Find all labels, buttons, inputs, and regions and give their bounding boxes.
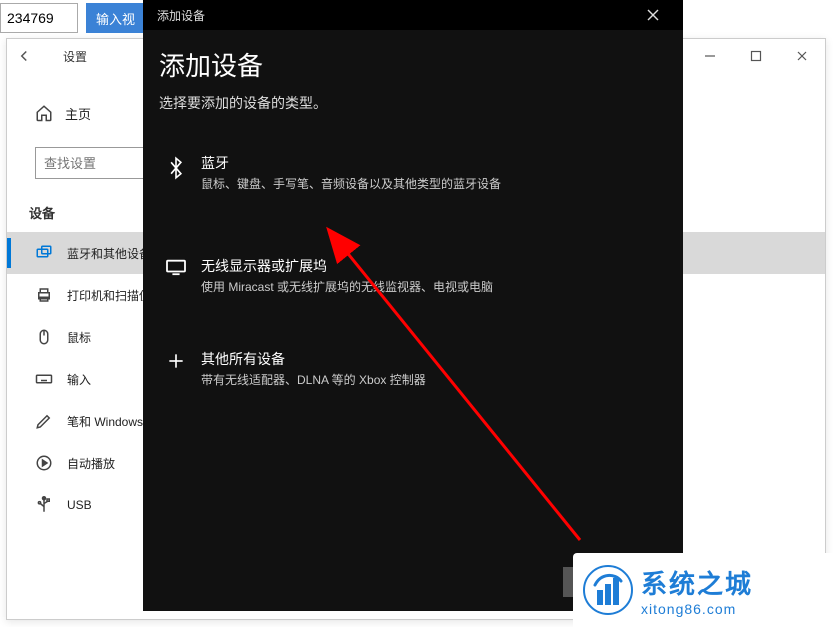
bluetooth-icon (159, 153, 193, 181)
dialog-titlebar-text: 添加设备 (157, 7, 205, 24)
nav-label: 自动播放 (59, 455, 115, 472)
nav-label: 输入 (59, 371, 91, 388)
home-icon (35, 104, 59, 122)
watermark-logo-icon (581, 563, 635, 617)
option-everything-else[interactable]: 其他所有设备 带有无线适配器、DLNA 等的 Xbox 控制器 (159, 337, 667, 400)
watermark-en: xitong86.com (641, 601, 753, 617)
maximize-button[interactable] (733, 39, 779, 73)
option-bluetooth[interactable]: 蓝牙 鼠标、键盘、手写笔、音频设备以及其他类型的蓝牙设备 (159, 141, 667, 204)
autoplay-icon (35, 454, 59, 472)
option-desc: 鼠标、键盘、手写笔、音频设备以及其他类型的蓝牙设备 (201, 175, 667, 192)
nav-label: 笔和 Windows (59, 413, 143, 430)
option-desc: 使用 Miracast 或无线扩展坞的无线监视器、电视或电脑 (201, 278, 667, 295)
pen-icon (35, 412, 59, 430)
option-title: 蓝牙 (201, 153, 667, 173)
top-code-input[interactable] (0, 3, 78, 33)
display-icon (159, 256, 193, 276)
watermark-cn: 系统之城 (641, 564, 753, 601)
window-close-button[interactable] (779, 39, 825, 73)
option-wireless-display[interactable]: 无线显示器或扩展坞 使用 Miracast 或无线扩展坞的无线监视器、电视或电脑 (159, 244, 667, 307)
settings-title: 设置 (59, 48, 87, 65)
add-device-dialog: 添加设备 添加设备 选择要添加的设备的类型。 蓝牙 鼠标、键盘、手写笔、音频设备… (143, 0, 683, 611)
dialog-subtitle: 选择要添加的设备的类型。 (159, 93, 667, 113)
dialog-options: 蓝牙 鼠标、键盘、手写笔、音频设备以及其他类型的蓝牙设备 无线显示器或扩展坞 使… (159, 141, 667, 400)
option-title: 无线显示器或扩展坞 (201, 256, 667, 276)
dialog-body: 添加设备 选择要添加的设备的类型。 蓝牙 鼠标、键盘、手写笔、音频设备以及其他类… (143, 30, 683, 611)
keyboard-icon (35, 370, 59, 388)
minimize-button[interactable] (687, 39, 733, 73)
dialog-titlebar: 添加设备 (143, 0, 683, 30)
dialog-close-button[interactable] (631, 0, 675, 30)
nav-label: 蓝牙和其他设备 (59, 245, 151, 262)
mouse-icon (35, 328, 59, 346)
plus-icon (159, 349, 193, 371)
bluetooth-devices-icon (35, 244, 59, 262)
nav-label: 鼠标 (59, 329, 91, 346)
dialog-heading: 添加设备 (159, 46, 667, 83)
printer-icon (35, 286, 59, 304)
top-submit-button[interactable]: 输入视 (86, 3, 145, 33)
window-controls (687, 39, 825, 73)
nav-label: USB (59, 498, 92, 512)
back-button[interactable] (15, 47, 59, 65)
watermark: 系统之城 xitong86.com (573, 553, 833, 627)
usb-icon (35, 496, 59, 514)
nav-label: 打印机和扫描仪 (59, 287, 151, 304)
home-label: 主页 (59, 104, 91, 123)
option-title: 其他所有设备 (201, 349, 667, 369)
option-desc: 带有无线适配器、DLNA 等的 Xbox 控制器 (201, 371, 667, 388)
